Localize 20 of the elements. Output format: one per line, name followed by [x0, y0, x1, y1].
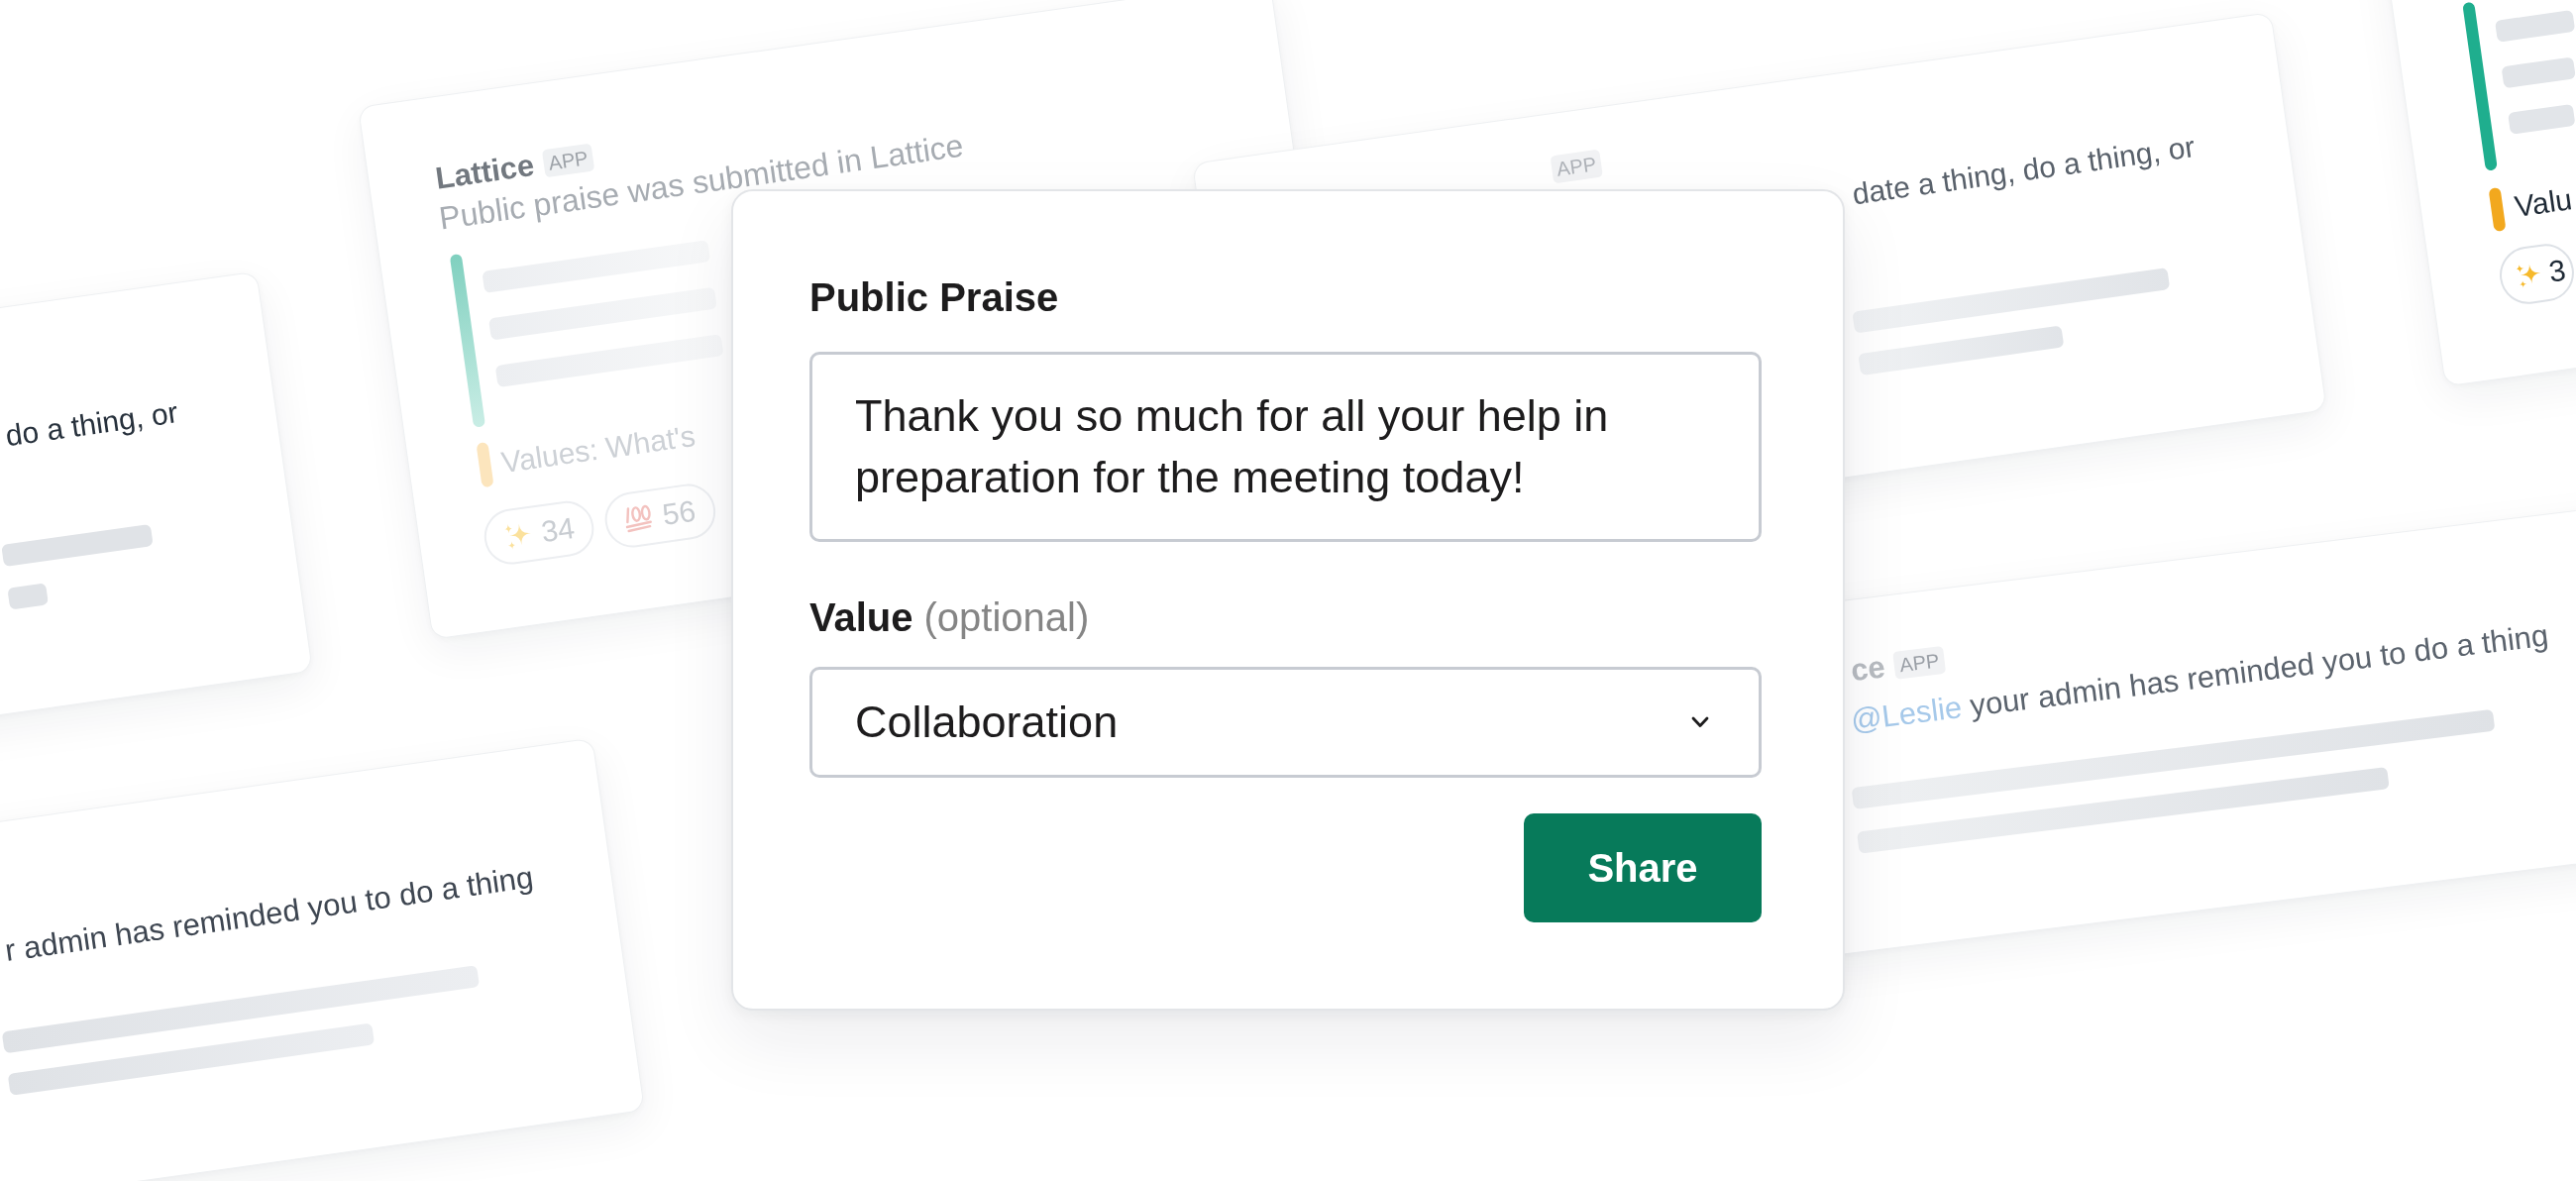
value-dropdown[interactable]: Collaboration [809, 667, 1762, 778]
app-name: ce [1849, 651, 1887, 687]
app-badge: APP [541, 143, 595, 178]
accent-stripe [2488, 187, 2507, 233]
hundred-points-icon [623, 502, 655, 535]
app-badge: APP [1893, 645, 1947, 680]
app-badge: APP [1550, 149, 1603, 184]
values-text: Valu [2513, 182, 2574, 225]
message-field[interactable]: Thank you so much for all your help in preparation for the meeting today! [809, 352, 1762, 542]
app-name: Lattice [433, 147, 537, 196]
placeholder-bar [7, 583, 49, 610]
form-title: Public Praise [809, 274, 1060, 321]
chevron-down-icon [1691, 716, 1709, 728]
message-text: r admin has reminded you to do a thing [2, 858, 536, 971]
field-label: Value [809, 594, 913, 641]
share-button[interactable]: Share [1524, 813, 1762, 922]
message-text: date a thing, do a thing, or [1850, 129, 2198, 213]
optional-note: (optional) [923, 594, 1090, 641]
message-text: do a thing, or [3, 394, 180, 455]
accent-stripe [476, 442, 494, 488]
